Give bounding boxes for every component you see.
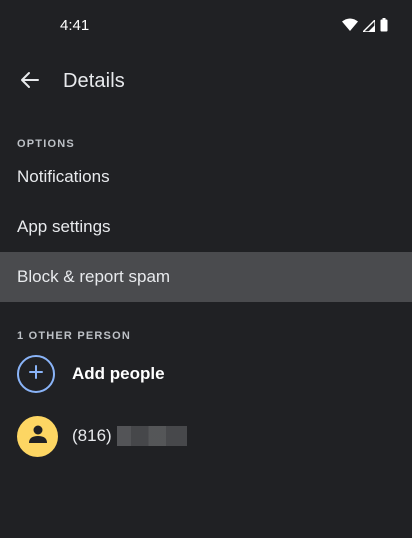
plus-icon [28, 364, 44, 385]
contact-phone-label: (816) [72, 426, 112, 445]
arrow-back-icon [20, 70, 40, 95]
options-header: OPTIONS [17, 138, 75, 150]
app-settings-label: App settings [17, 217, 111, 236]
person-icon [26, 422, 50, 451]
page-title: Details [63, 70, 125, 92]
back-button[interactable] [12, 64, 48, 100]
status-time: 4:41 [60, 17, 90, 34]
avatar [17, 415, 58, 457]
people-header: 1 OTHER PERSON [17, 330, 131, 342]
details-screen: 4:41 Details OPTIONS Notifications App s… [0, 0, 412, 538]
block-report-spam-label: Block & report spam [17, 267, 171, 286]
notifications-item[interactable]: Notifications [0, 152, 412, 202]
app-bar: Details [0, 52, 412, 112]
status-icons [342, 17, 388, 37]
status-bar: 4:41 [0, 0, 412, 52]
notifications-label: Notifications [17, 167, 110, 186]
add-people-label: Add people [72, 364, 165, 383]
add-people-row[interactable]: Add people [0, 346, 412, 402]
contact-row[interactable]: (816) [0, 408, 412, 464]
redacted-phone-number [117, 426, 187, 446]
wifi-icon [342, 18, 358, 37]
battery-icon [380, 18, 388, 37]
signal-icon [361, 17, 376, 37]
app-settings-item[interactable]: App settings [0, 202, 412, 252]
block-report-spam-item[interactable]: Block & report spam [0, 252, 412, 302]
add-icon-circle [17, 355, 55, 393]
